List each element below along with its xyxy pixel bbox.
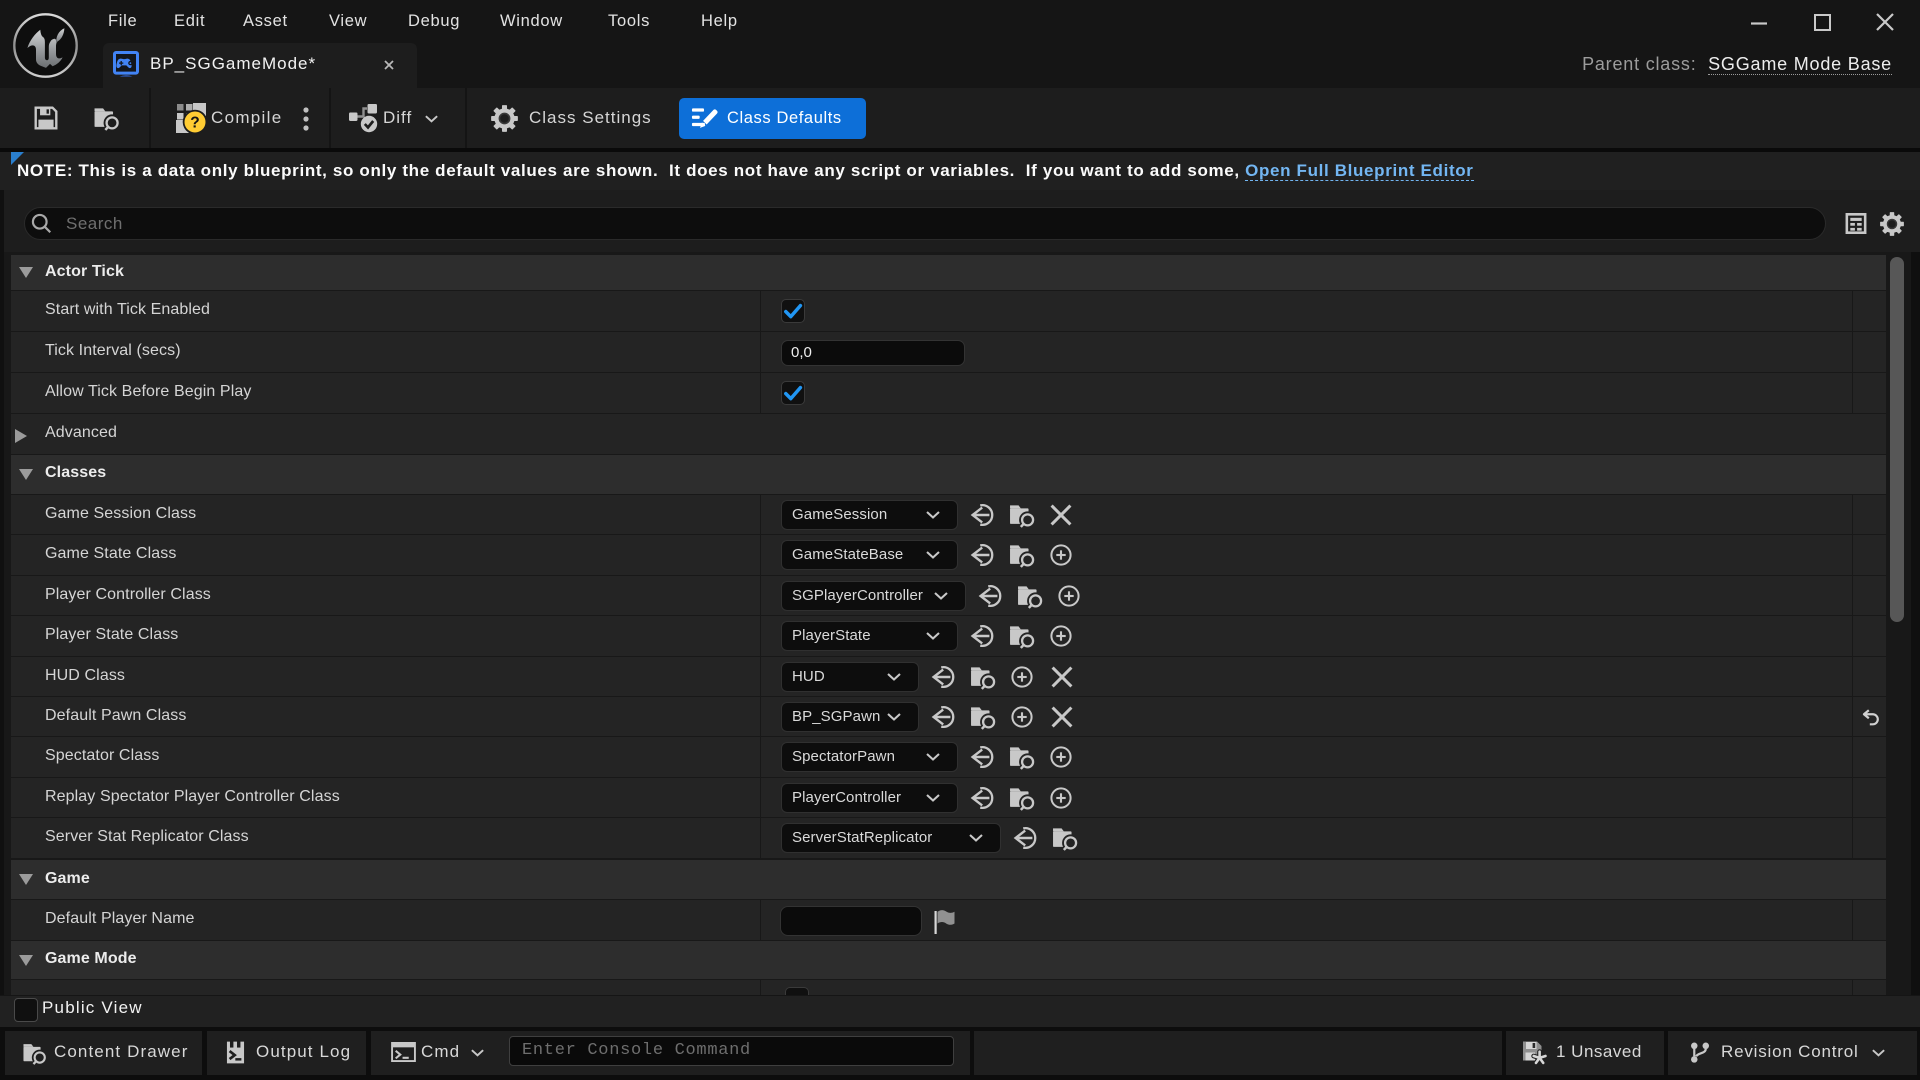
svg-text:?: ? [190, 115, 199, 132]
